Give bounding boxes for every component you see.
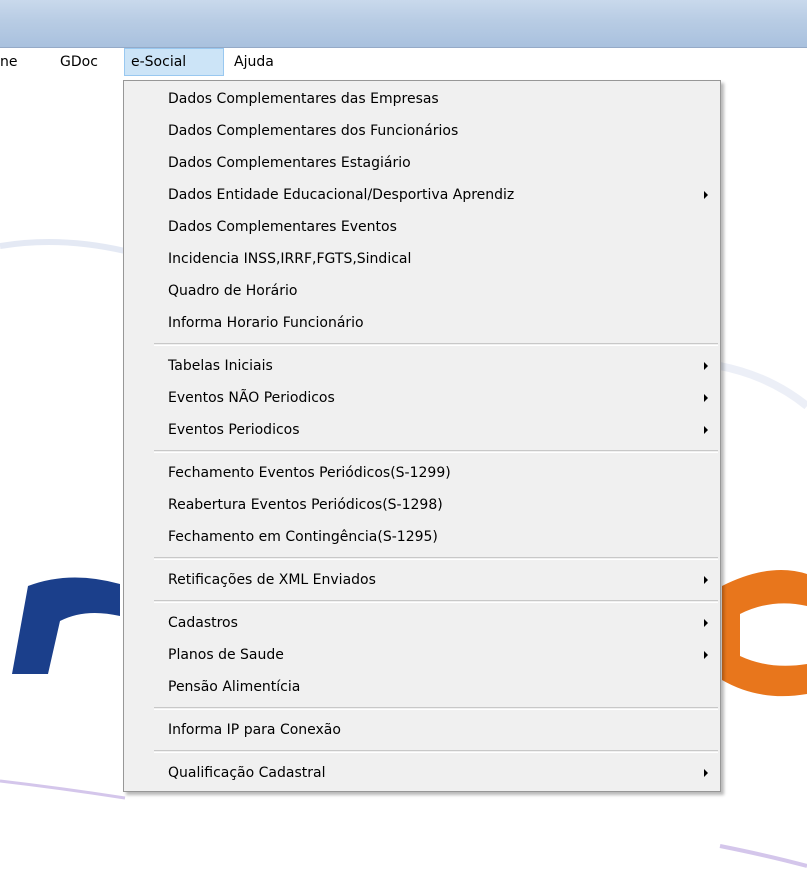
menu-item-label: Dados Complementares Eventos bbox=[168, 219, 397, 235]
menu-item-label: Fechamento em Contingência(S-1295) bbox=[168, 529, 438, 545]
menu-item-label: Reabertura Eventos Periódicos(S-1298) bbox=[168, 497, 443, 513]
submenu-arrow-icon bbox=[704, 362, 708, 370]
menu-item-reabertura-eventos-periodicos[interactable]: Reabertura Eventos Periódicos(S-1298) bbox=[124, 489, 720, 521]
menu-item-tabelas-iniciais[interactable]: Tabelas Iniciais bbox=[124, 350, 720, 382]
esocial-dropdown-menu: Dados Complementares das Empresas Dados … bbox=[123, 80, 721, 792]
submenu-arrow-icon bbox=[704, 619, 708, 627]
menu-item-informa-horario-funcionario[interactable]: Informa Horario Funcionário bbox=[124, 307, 720, 339]
submenu-arrow-icon bbox=[704, 769, 708, 777]
menu-item-eventos-nao-periodicos[interactable]: Eventos NÃO Periodicos bbox=[124, 382, 720, 414]
menu-item-label: Planos de Saude bbox=[168, 647, 284, 663]
menu-item-dados-complementares-estagiario[interactable]: Dados Complementares Estagiário bbox=[124, 147, 720, 179]
menu-item-label: Qualificação Cadastral bbox=[168, 765, 326, 781]
window-title-bar[interactable] bbox=[0, 0, 807, 48]
menu-item-fechamento-contingencia[interactable]: Fechamento em Contingência(S-1295) bbox=[124, 521, 720, 553]
menu-item-label: Dados Complementares Estagiário bbox=[168, 155, 411, 171]
menu-item-retificacoes-xml[interactable]: Retificações de XML Enviados bbox=[124, 564, 720, 596]
menu-bar: ne GDoc e-Social Ajuda bbox=[0, 48, 807, 76]
menu-item-label: Incidencia INSS,IRRF,FGTS,Sindical bbox=[168, 251, 412, 267]
menu-item-label: Eventos NÃO Periodicos bbox=[168, 390, 335, 406]
menu-item-pensao-alimenticia[interactable]: Pensão Alimentícia bbox=[124, 671, 720, 703]
logo-orange-shape bbox=[722, 570, 807, 697]
menu-item-dados-entidade-educacional[interactable]: Dados Entidade Educacional/Desportiva Ap… bbox=[124, 179, 720, 211]
menu-item-label: Retificações de XML Enviados bbox=[168, 572, 376, 588]
menu-item-planos-de-saude[interactable]: Planos de Saude bbox=[124, 639, 720, 671]
menu-item-label: Dados Complementares dos Funcionários bbox=[168, 123, 459, 139]
menu-item-label: Quadro de Horário bbox=[168, 283, 298, 299]
menu-item-label: Dados Complementares das Empresas bbox=[168, 91, 439, 107]
submenu-arrow-icon bbox=[704, 651, 708, 659]
menu-separator bbox=[154, 557, 718, 560]
menu-item-dados-complementares-funcionarios[interactable]: Dados Complementares dos Funcionários bbox=[124, 115, 720, 147]
submenu-arrow-icon bbox=[704, 576, 708, 584]
menu-separator bbox=[154, 450, 718, 453]
menu-item-label: Eventos Periodicos bbox=[168, 422, 300, 438]
menu-item-quadro-de-horario[interactable]: Quadro de Horário bbox=[124, 275, 720, 307]
menu-item-label: Pensão Alimentícia bbox=[168, 679, 301, 695]
menu-item-informa-ip-conexao[interactable]: Informa IP para Conexão bbox=[124, 714, 720, 746]
menu-separator bbox=[154, 343, 718, 346]
menu-item-cadastros[interactable]: Cadastros bbox=[124, 607, 720, 639]
menu-item-incidencia[interactable]: Incidencia INSS,IRRF,FGTS,Sindical bbox=[124, 243, 720, 275]
menu-item-label: Informa Horario Funcionário bbox=[168, 315, 364, 331]
submenu-arrow-icon bbox=[704, 394, 708, 402]
menu-separator bbox=[154, 600, 718, 603]
menubar-item-ajuda[interactable]: Ajuda bbox=[228, 48, 280, 76]
submenu-arrow-icon bbox=[704, 426, 708, 434]
menu-item-dados-complementares-eventos[interactable]: Dados Complementares Eventos bbox=[124, 211, 720, 243]
menu-item-fechamento-eventos-periodicos[interactable]: Fechamento Eventos Periódicos(S-1299) bbox=[124, 457, 720, 489]
menu-item-eventos-periodicos[interactable]: Eventos Periodicos bbox=[124, 414, 720, 446]
menu-item-label: Informa IP para Conexão bbox=[168, 722, 341, 738]
menu-item-label: Fechamento Eventos Periódicos(S-1299) bbox=[168, 465, 451, 481]
menubar-item-truncated[interactable]: ne bbox=[0, 48, 24, 76]
submenu-arrow-icon bbox=[704, 191, 708, 199]
menu-item-label: Tabelas Iniciais bbox=[168, 358, 273, 374]
menu-item-label: Dados Entidade Educacional/Desportiva Ap… bbox=[168, 187, 515, 203]
menu-item-label: Cadastros bbox=[168, 615, 238, 631]
menu-separator bbox=[154, 707, 718, 710]
menu-item-qualificacao-cadastral[interactable]: Qualificação Cadastral bbox=[124, 757, 720, 789]
menubar-item-esocial[interactable]: e-Social bbox=[124, 48, 224, 76]
menu-separator bbox=[154, 750, 718, 753]
logo-blue-shape bbox=[12, 577, 120, 674]
menu-item-dados-complementares-empresas[interactable]: Dados Complementares das Empresas bbox=[124, 83, 720, 115]
menubar-item-gdoc[interactable]: GDoc bbox=[54, 48, 104, 76]
